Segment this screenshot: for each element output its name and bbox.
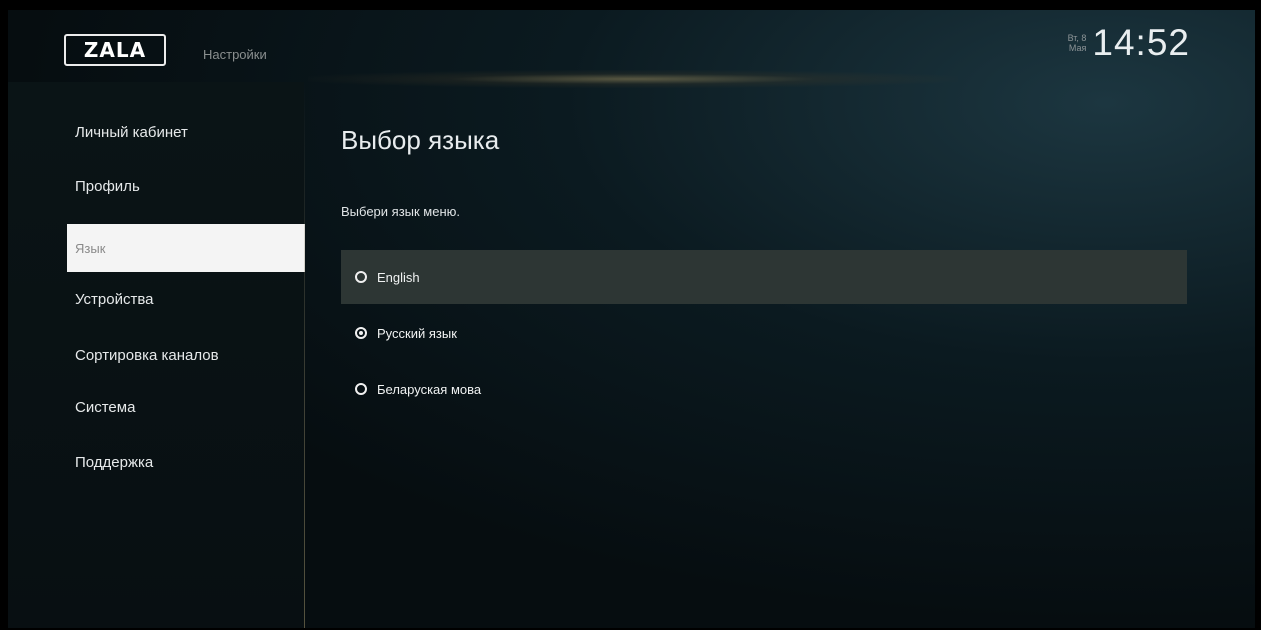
sidebar-item-label: Личный кабинет	[75, 123, 188, 141]
section-title: Настройки	[203, 47, 267, 62]
time: 14:52	[1092, 22, 1190, 63]
date-day: Вт, 8	[1067, 33, 1087, 43]
zala-logo: ZALA	[64, 34, 166, 66]
sidebar-item-channel-sorting[interactable]: Сортировка каналов	[8, 331, 304, 379]
language-option-english[interactable]: English	[341, 250, 1187, 304]
sidebar-item-profile[interactable]: Профиль	[8, 162, 304, 210]
sidebar-item-label: Профиль	[75, 177, 140, 195]
sidebar-item-account[interactable]: Личный кабинет	[8, 108, 304, 156]
date-month: Мая	[1068, 43, 1087, 53]
radio-unchecked-icon	[355, 383, 367, 395]
sidebar-item-label: Язык	[75, 240, 106, 256]
sidebar-divider	[304, 82, 305, 628]
option-label: Русский язык	[377, 325, 457, 341]
page-subtitle: Выбери язык меню.	[341, 204, 460, 219]
sidebar-item-label: Поддержка	[75, 453, 154, 471]
sidebar-item-system[interactable]: Система	[8, 383, 304, 431]
top-bar: ZALA Настройки Вт, 8 Мая 14:52	[8, 10, 1255, 88]
page-title: Выбор языка	[341, 125, 500, 155]
sidebar-item-label: Система	[75, 398, 136, 416]
radio-unchecked-icon	[355, 271, 367, 283]
sidebar-item-devices[interactable]: Устройства	[8, 275, 304, 323]
language-option-belarusian[interactable]: Беларуская мова	[341, 362, 1187, 416]
language-option-russian[interactable]: Русский язык	[341, 306, 1187, 360]
date: Вт, 8 Мая	[1060, 33, 1087, 53]
option-label: English	[377, 269, 420, 285]
sidebar-item-label: Устройства	[75, 290, 154, 308]
settings-sidebar: Личный кабинет Профиль Язык Устройства С…	[8, 82, 305, 628]
radio-checked-icon	[355, 327, 367, 339]
top-bar-glow	[308, 70, 958, 88]
option-label: Беларуская мова	[377, 381, 482, 397]
sidebar-item-support[interactable]: Поддержка	[8, 438, 304, 486]
clock: Вт, 8 Мая 14:52	[1060, 22, 1190, 64]
sidebar-item-label: Сортировка каналов	[75, 346, 219, 364]
sidebar-item-language[interactable]: Язык	[67, 224, 305, 272]
tv-screen: ZALA Настройки Вт, 8 Мая 14:52 Личный ка…	[8, 10, 1255, 628]
